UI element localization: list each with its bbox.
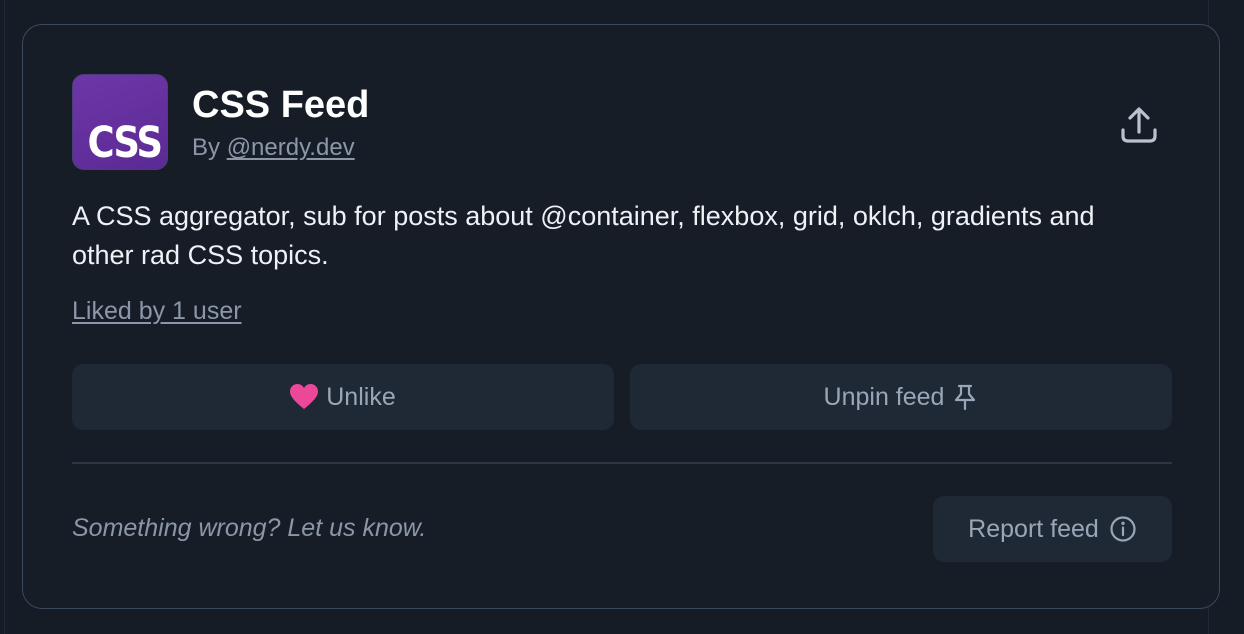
page: CSS CSS Feed By @nerdy.dev A CSS aggrega… — [0, 0, 1244, 634]
footer-note: Something wrong? Let us know. — [72, 514, 427, 542]
author-link[interactable]: @nerdy.dev — [227, 134, 355, 161]
info-circle-icon — [1110, 516, 1136, 542]
feed-title: CSS Feed — [192, 84, 370, 126]
share-upload-icon — [1121, 107, 1157, 143]
heart-icon — [290, 384, 319, 409]
unlike-label: Unlike — [326, 382, 396, 411]
byline-prefix: By — [192, 134, 221, 161]
divider — [72, 462, 1172, 464]
report-feed-button[interactable]: Report feed — [933, 496, 1172, 562]
pin-icon — [955, 384, 976, 411]
left-column-edge — [4, 0, 5, 634]
unlike-button[interactable]: Unlike — [72, 364, 614, 430]
report-label: Report feed — [968, 514, 1099, 543]
feed-avatar: CSS — [72, 74, 168, 170]
feed-description: A CSS aggregator, sub for posts about @c… — [72, 201, 1095, 270]
share-button[interactable] — [1117, 103, 1161, 147]
feed-byline: By @nerdy.dev — [192, 133, 355, 163]
liked-by-link[interactable]: Liked by 1 user — [72, 296, 242, 326]
unpin-feed-button[interactable]: Unpin feed — [630, 364, 1172, 430]
avatar-text: CSS — [87, 118, 163, 168]
unpin-label: Unpin feed — [823, 382, 945, 411]
feed-card: CSS CSS Feed By @nerdy.dev A CSS aggrega… — [22, 24, 1220, 609]
